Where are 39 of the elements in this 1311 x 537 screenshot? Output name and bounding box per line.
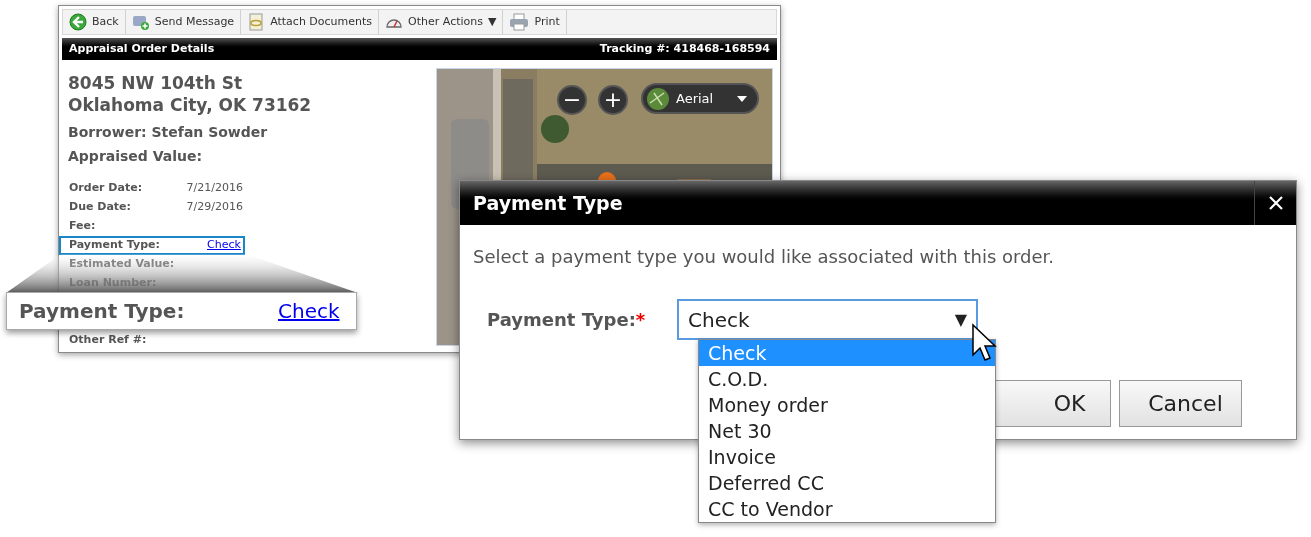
detail-link[interactable]: Check	[207, 237, 241, 254]
toolbar-button[interactable]: Back	[63, 10, 126, 34]
required-mark: *	[635, 309, 646, 330]
document-icon	[247, 13, 266, 31]
message-icon	[131, 13, 150, 31]
callout-link[interactable]: Check	[278, 296, 340, 326]
detail-value: 7/29/2016	[186, 199, 243, 216]
detail-label: Estimated Value:	[69, 256, 176, 273]
field-label: Payment Type:*	[487, 308, 647, 332]
map-view-dropdown[interactable]: Aerial	[641, 83, 759, 114]
address-line: Oklahoma City, OK 73162	[68, 94, 313, 116]
callout-label: Payment Type:	[19, 298, 186, 325]
section-title: Appraisal Order Details	[69, 40, 215, 57]
toolbar-button[interactable]: Print	[503, 10, 567, 34]
detail-label: Other Ref #:	[69, 332, 147, 349]
toolbar-button[interactable]: Attach Documents	[241, 10, 380, 34]
detail-value: 7/21/2016	[186, 180, 243, 197]
borrower-name: Borrower: Stefan Sowder	[68, 123, 269, 142]
dropdown-option[interactable]: Invoice	[699, 444, 995, 470]
dialog-button[interactable]: Cancel	[1119, 380, 1242, 427]
tracking-number: Tracking #: 418468-168594	[599, 40, 770, 57]
close-icon	[1267, 195, 1284, 211]
dropdown-option[interactable]: CC to Vendor	[699, 496, 995, 522]
toolbar-button[interactable]: Other Actions ▼	[379, 10, 504, 34]
map-view-icon	[646, 86, 670, 111]
appraised-value-label: Appraised Value:	[68, 147, 204, 166]
toolbar-button[interactable]: Send Message	[125, 10, 242, 34]
dialog-title: Payment Type	[472, 190, 624, 216]
detail-label: Payment Type:	[69, 237, 161, 254]
detail-label: Due Date:	[69, 199, 132, 216]
caret-icon	[737, 95, 747, 102]
detail-label: Order Date:	[69, 180, 144, 197]
dropdown-option[interactable]: Deferred CC	[699, 470, 995, 496]
back-arrow-icon	[69, 13, 87, 31]
detail-label: Loan Number:	[69, 275, 158, 292]
dialog-message: Select a payment type you would like associated with this order.	[473, 245, 1056, 269]
printer-icon	[509, 13, 530, 31]
detail-label: Fee:	[69, 218, 97, 235]
address-line: 8045 NW 104th St	[68, 72, 244, 94]
